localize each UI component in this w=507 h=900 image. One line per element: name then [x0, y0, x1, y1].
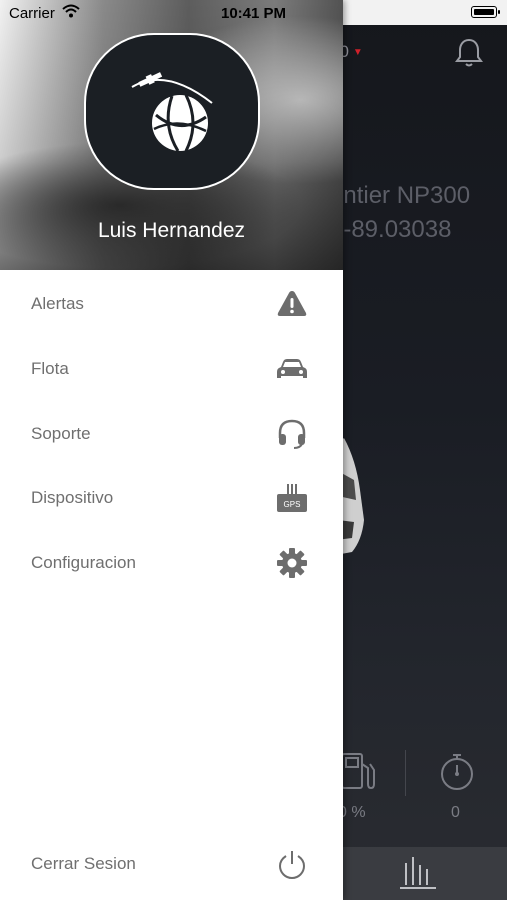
gps-device-icon: GPS — [277, 484, 307, 512]
power-icon — [278, 851, 306, 879]
satellite-globe-icon — [131, 72, 213, 152]
menu-item-label: Flota — [31, 359, 69, 378]
down-arrow-icon: ▼ — [352, 47, 363, 59]
bell-icon[interactable] — [452, 36, 486, 70]
headset-icon — [278, 419, 306, 449]
menu-item-dispositivo[interactable]: Dispositivo GPS — [0, 467, 343, 529]
carrier-label: Carrier — [9, 5, 55, 22]
menu-item-label: Alertas — [31, 294, 84, 313]
gear-icon — [277, 548, 307, 578]
menu-item-configuracion[interactable]: Configuracion — [0, 532, 343, 594]
vehicle-coordinates: : -89.03038 — [330, 216, 452, 243]
wifi-icon — [62, 4, 80, 18]
gps-badge: GPS — [284, 500, 301, 509]
drawer-header: Carrier 10:41 PM Luis Hernandez — [0, 0, 343, 270]
menu-item-alertas[interactable]: Alertas — [0, 273, 343, 335]
bar-chart-icon[interactable] — [398, 855, 438, 891]
menu-item-label: Soporte — [31, 424, 91, 443]
logout-label: Cerrar Sesion — [31, 854, 136, 873]
logout-button[interactable]: Cerrar Sesion — [0, 833, 343, 895]
menu-item-label: Configuracion — [31, 553, 136, 572]
fuel-icon — [341, 753, 375, 790]
warning-icon — [277, 291, 307, 316]
clock: 10:41 PM — [221, 5, 287, 22]
vehicle-name: ontier NP300 — [330, 182, 471, 209]
battery-icon — [471, 6, 500, 18]
car-icon — [277, 359, 307, 378]
menu-item-label: Dispositivo — [31, 488, 114, 507]
timer-value: 0 — [451, 804, 460, 821]
side-drawer: Carrier 10:41 PM Luis Hernandez Alertas … — [0, 0, 343, 900]
status-bar: Carrier 10:41 PM — [0, 0, 343, 26]
avatar[interactable] — [84, 33, 260, 190]
menu-item-soporte[interactable]: Soporte — [0, 403, 343, 465]
stat-divider — [405, 750, 406, 796]
menu-item-flota[interactable]: Flota — [0, 338, 343, 400]
stopwatch-icon — [441, 754, 473, 790]
user-name: Luis Hernandez — [97, 219, 246, 242]
